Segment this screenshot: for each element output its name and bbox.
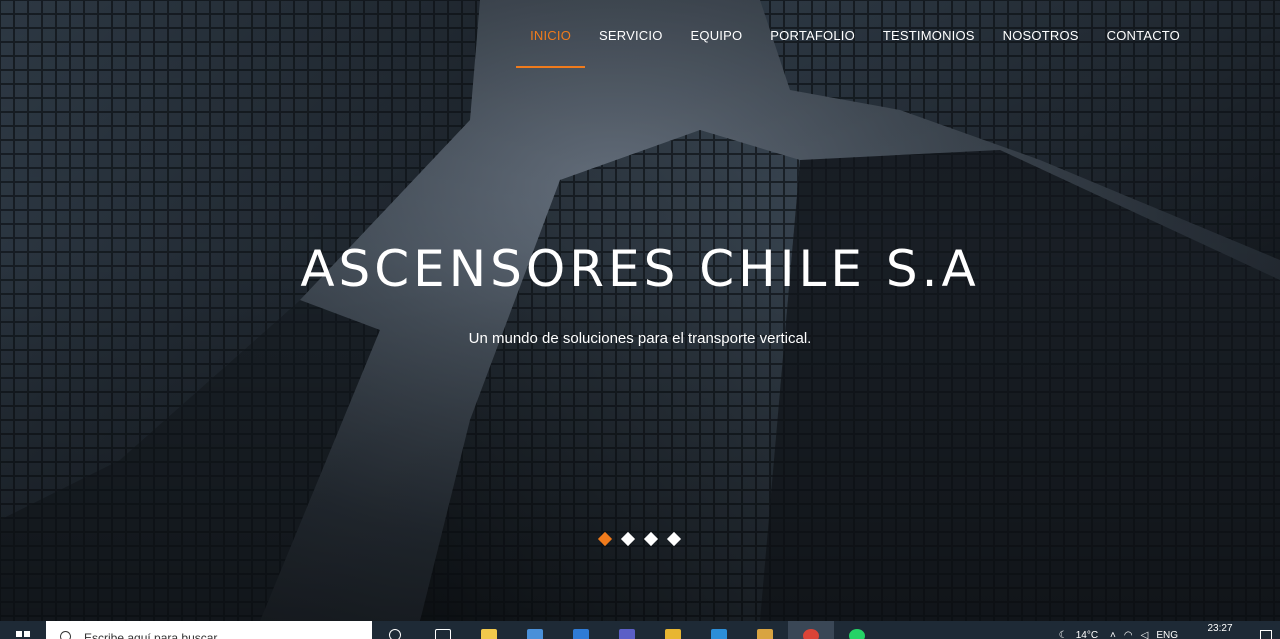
taskbar-clock[interactable]: 23:27 [1190,621,1250,634]
hero-subtitle: Un mundo de soluciones para el transport… [468,330,812,347]
app-icon[interactable] [742,621,788,639]
taskbar-apps [374,621,880,639]
vscode-icon[interactable] [696,621,742,639]
network-icon[interactable]: ◠ [1124,621,1133,639]
hero-overlay [0,0,1280,621]
chevron-up-icon[interactable]: ˄ [1110,621,1116,639]
whatsapp-icon[interactable] [834,621,880,639]
weather-icon: ☾ [1058,630,1068,639]
volume-icon[interactable]: ◁ [1141,621,1149,639]
nav-item-nosotros[interactable]: NOSOTROS [989,0,1093,70]
weather-temperature[interactable]: 14°C [1076,621,1098,639]
store-icon[interactable] [512,621,558,639]
search-placeholder: Escribe aquí para buscar [84,631,218,639]
windows-logo-icon [16,631,30,639]
taskbar-search-input[interactable]: Escribe aquí para buscar [46,621,372,639]
cortana-search-icon[interactable] [374,621,420,639]
main-navigation: INICIO SERVICIO EQUIPO PORTAFOLIO TESTIM… [516,0,1280,70]
nav-item-testimonios[interactable]: TESTIMONIOS [869,0,989,70]
folder-icon[interactable] [650,621,696,639]
nav-item-contacto[interactable]: CONTACTO [1093,0,1194,70]
nav-item-equipo[interactable]: EQUIPO [677,0,757,70]
nav-item-inicio[interactable]: INICIO [516,0,585,70]
hero-section [0,0,1280,621]
start-button[interactable] [0,621,46,639]
nav-item-servicio[interactable]: SERVICIO [585,0,677,70]
nav-item-portafolio[interactable]: PORTAFOLIO [756,0,869,70]
carousel-dot-4[interactable] [666,531,682,547]
task-view-icon[interactable] [420,621,466,639]
teams-icon[interactable] [604,621,650,639]
search-icon [60,631,71,639]
system-tray: ☾ 14°C ˄ ◠ ◁ ENG 23:27 [1059,621,1280,639]
mail-icon[interactable] [558,621,604,639]
chrome-icon[interactable] [788,621,834,639]
carousel-dot-3[interactable] [643,531,659,547]
hero-title: ASCENSORES CHILE S.A [300,240,980,298]
carousel-dot-1[interactable] [597,531,613,547]
file-explorer-icon[interactable] [466,621,512,639]
carousel-indicators [597,531,682,547]
notification-center-icon[interactable] [1250,621,1280,639]
language-indicator[interactable]: ENG [1156,621,1178,639]
windows-taskbar: Escribe aquí para buscar ☾ 14°C ˄ ◠ ◁ EN… [0,621,1280,639]
carousel-dot-2[interactable] [620,531,636,547]
